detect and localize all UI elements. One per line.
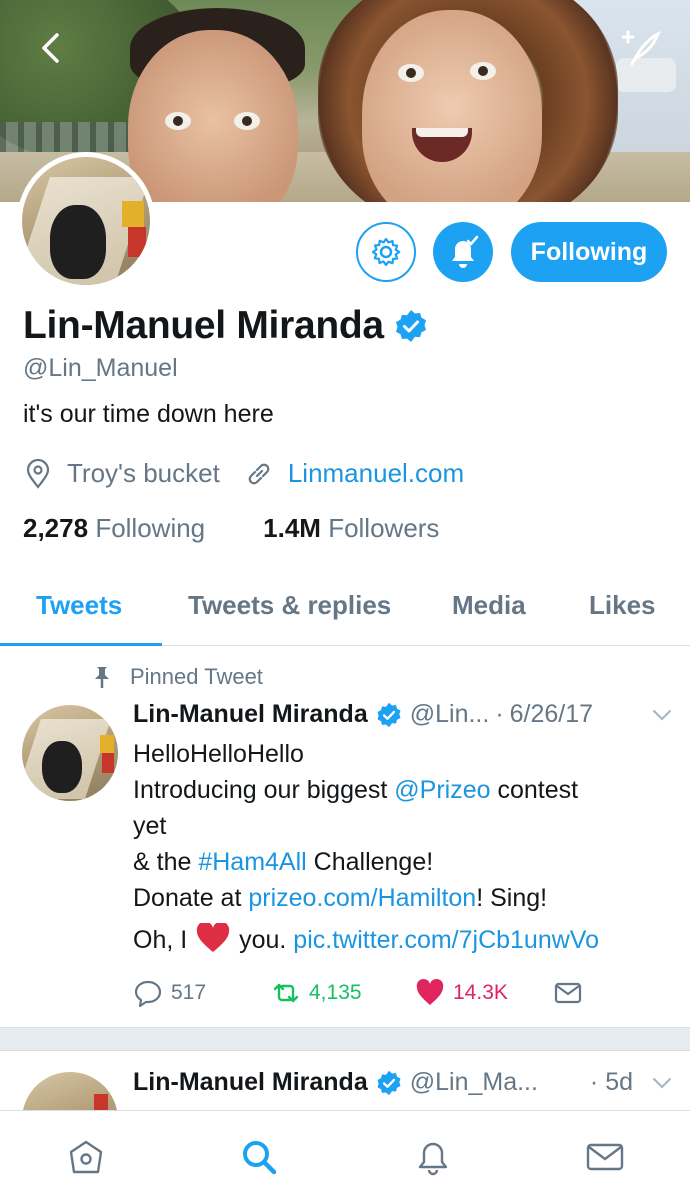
chevron-left-icon [42,33,59,63]
tweet-line: HelloHelloHello [133,740,304,768]
search-icon [243,1141,277,1175]
profile-meta: Troy's bucket Linmanuel.com [23,458,464,489]
back-button[interactable] [30,28,70,68]
tweet-date: 5d [605,1068,633,1096]
banner-eye [470,62,496,80]
banner-person-face [128,30,298,202]
profile-location: Troy's bucket [67,458,220,488]
following-button[interactable]: Following [511,222,667,282]
active-tab-indicator [0,643,162,646]
tweet-author-handle: @Lin... [409,700,490,728]
compose-tweet-button[interactable] [622,28,662,68]
following-label: Following [95,513,206,543]
tab-tweets-replies[interactable]: Tweets & replies [188,590,391,621]
profile-stats: 2,278 Following 1.4M Followers [23,513,439,544]
hashtag-link[interactable]: #Ham4All [198,848,306,876]
verified-badge-icon [395,310,426,342]
mention-link[interactable]: @Prizeo [394,776,490,804]
tweet-header: Lin-Manuel Miranda @Lin... · 6/26/17 [133,700,673,729]
avatar-dog [42,741,82,793]
tab-tweets[interactable]: Tweets [36,590,122,621]
pin-icon [95,667,109,688]
pic-link[interactable]: pic.twitter.com/7jCb1unwVo [293,926,599,954]
followers-count: 1.4M [263,513,321,543]
retweet-button[interactable]: 4,135 [271,978,362,1008]
tweet-separator [0,1027,690,1051]
compose-tweet-icon [622,30,661,66]
location-pin-icon [23,458,53,489]
avatar-chair [102,753,114,773]
tweet-author-handle: @Lin_Ma... [409,1068,538,1096]
nav-search[interactable] [237,1135,281,1179]
tweet-actions: 517 4,135 14.3K [133,978,603,1012]
home-icon [69,1140,103,1174]
envelope-icon [554,982,582,1004]
retweet-icon [273,983,299,1003]
link-icon [244,459,274,489]
tab-likes[interactable]: Likes [589,590,656,621]
avatar-chair [122,201,144,227]
verified-badge-icon [377,1070,401,1095]
tweet-line: & the #Ham4All Challenge! [133,848,434,876]
red-heart-emoji-icon [196,923,230,952]
tweet-author-name[interactable]: Lin-Manuel Miranda [133,700,368,729]
banner-eye [234,112,260,130]
tweet-timestamp: 6/26/17 [509,700,594,728]
pinned-indicator: Pinned Tweet [90,664,263,690]
tweet-meta-separator: · [589,1068,599,1096]
tweet-text: HelloHelloHello Introducing our biggest … [133,736,678,958]
tab-media[interactable]: Media [452,590,526,621]
tweet-meta-separator: · [495,700,504,728]
tweet-author-avatar[interactable] [22,705,118,801]
gear-icon [371,237,401,267]
tweet-line: yet [133,812,167,840]
avatar-photo [22,157,150,285]
banner-person-face [362,10,542,202]
tweet-timestamp: · 5d [590,1068,633,1097]
profile-name-row: Lin-Manuel Miranda [23,304,428,348]
avatar-chair [128,227,146,257]
nav-home[interactable] [64,1135,108,1179]
tweet-line: Introducing our biggest @Prizeo contest [133,776,579,804]
nav-messages[interactable] [583,1135,627,1179]
followers-stat[interactable]: 1.4M Followers [263,513,439,544]
bell-check-icon [452,235,479,268]
settings-button[interactable] [356,222,416,282]
verified-badge-icon [377,702,401,727]
profile-name: Lin-Manuel Miranda [23,304,384,347]
like-count: 14.3K [453,981,508,1004]
retweet-count: 4,135 [309,981,362,1004]
profile-handle: @Lin_Manuel [23,354,178,382]
direct-message-button[interactable] [553,978,591,1008]
tweet-line: Oh, I you. pic.twitter.com/7jCb1unwVo [133,922,678,958]
heart-icon [416,979,444,1005]
profile-tabs: Tweets Tweets & replies Media Likes [0,568,690,646]
banner-eye [398,64,424,82]
chevron-down-icon[interactable] [651,1072,673,1094]
profile-avatar[interactable] [17,152,155,290]
tweet-header: Lin-Manuel Miranda @Lin_Ma... · 5d [133,1068,673,1097]
tweet-line: Donate at prizeo.com/Hamilton! Sing! [133,884,548,912]
profile-website-link[interactable]: Linmanuel.com [288,458,464,489]
notifications-toggle-button[interactable] [433,222,493,282]
tweet-author-name[interactable]: Lin-Manuel Miranda [133,1068,368,1097]
following-count: 2,278 [23,513,89,543]
messages-icon [586,1143,624,1171]
pinned-label: Pinned Tweet [130,664,263,689]
followers-label: Followers [328,513,440,543]
bottom-tab-bar [0,1110,690,1200]
profile-bio: it's our time down here [23,400,274,428]
reply-button[interactable]: 517 [133,978,206,1008]
reply-count: 517 [171,981,207,1004]
nav-notifications[interactable] [411,1135,455,1179]
avatar-dog [50,205,106,279]
notifications-icon [418,1142,448,1176]
avatar-chair [100,735,114,753]
banner-eye [165,112,191,130]
like-button[interactable]: 14.3K [415,978,508,1008]
url-link[interactable]: prizeo.com/Hamilton [248,884,476,912]
following-stat[interactable]: 2,278 Following [23,513,205,544]
reply-icon [134,980,162,1008]
chevron-down-icon[interactable] [651,704,673,726]
